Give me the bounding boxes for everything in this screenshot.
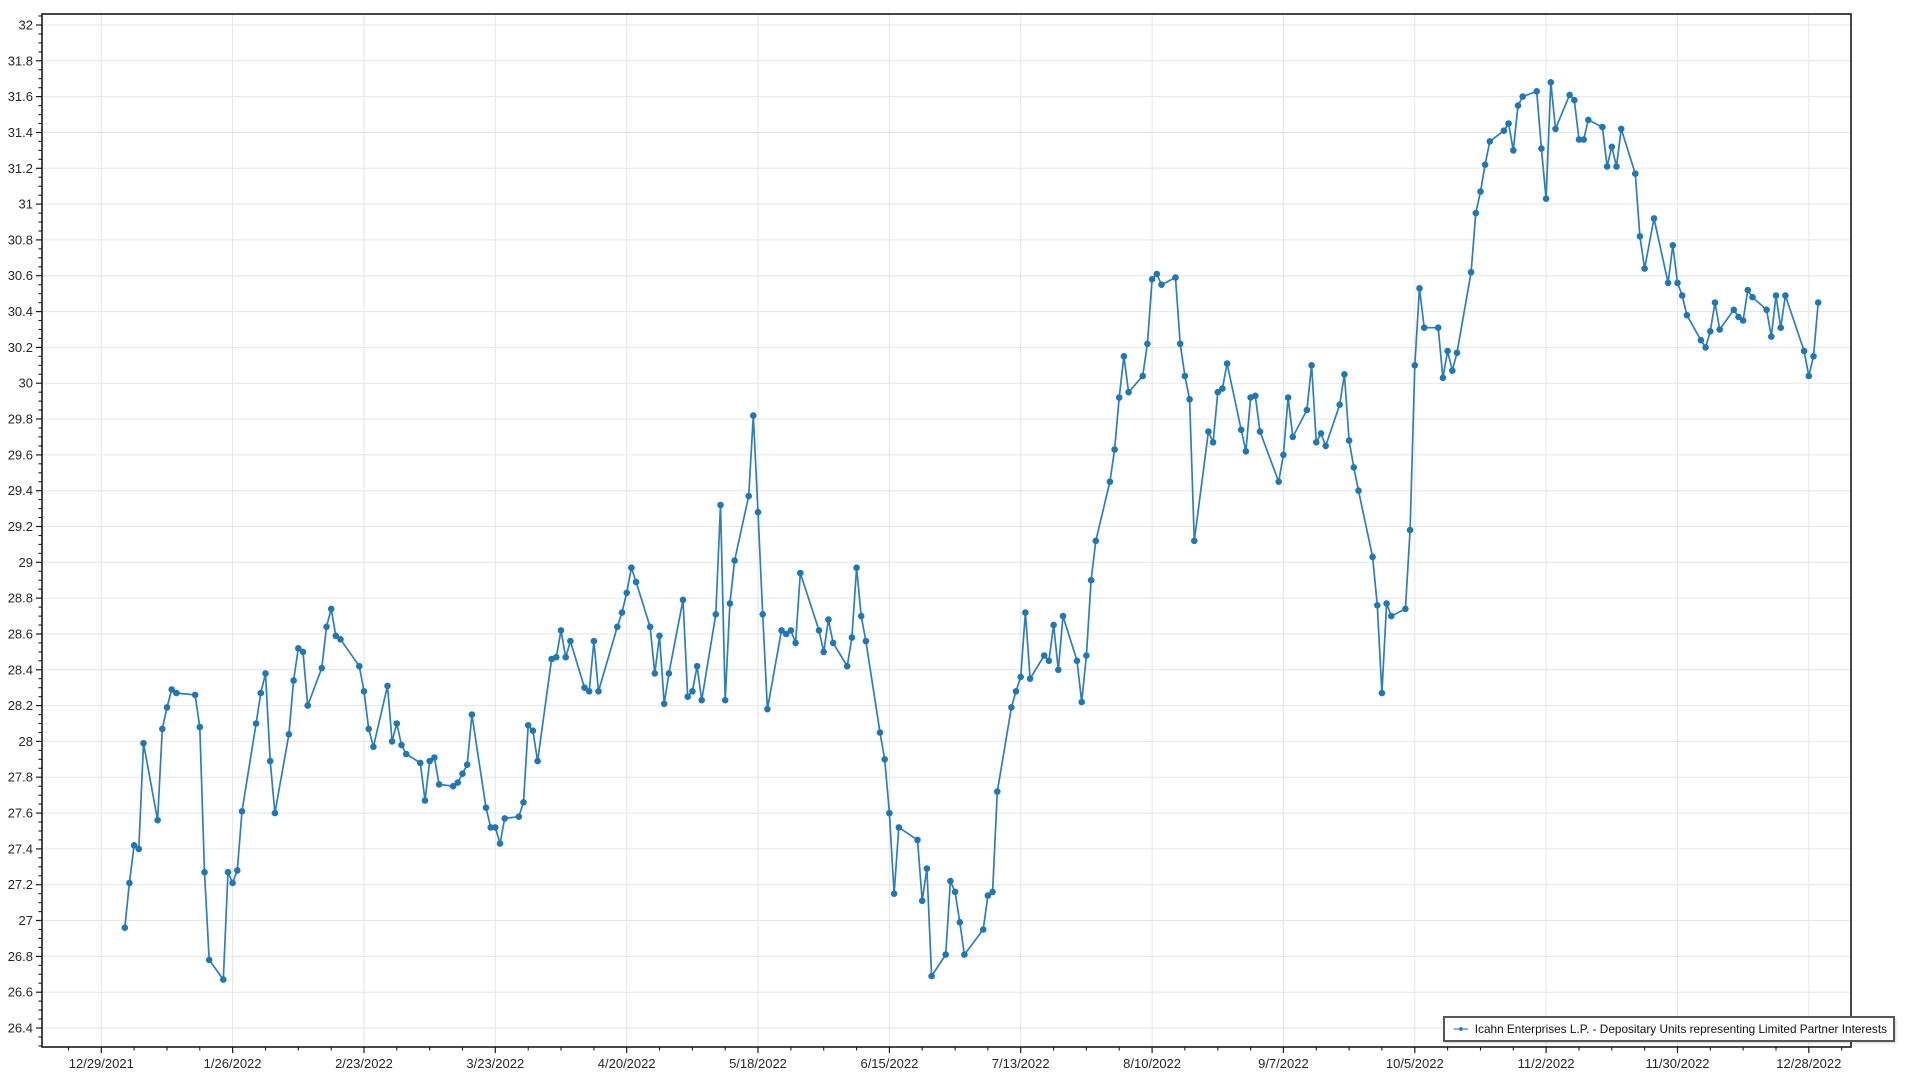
x-tick-label: 4/20/2022 — [598, 1056, 656, 1071]
x-tick-label: 7/13/2022 — [992, 1056, 1050, 1071]
y-tick-label: 27.6 — [8, 806, 33, 821]
y-tick-label: 30.8 — [8, 232, 33, 247]
x-tick-label: 11/30/2022 — [1645, 1056, 1709, 1071]
x-tick-label: 10/5/2022 — [1386, 1056, 1444, 1071]
y-gridlines — [42, 25, 1851, 1028]
y-tick-label: 28.8 — [8, 591, 33, 606]
y-tick-labels: 26.4 26.6 26.8 27 27.2 27.4 27.6 27.8 28 28.2 28.4… — [8, 18, 42, 1036]
x-tick-label: 6/15/2022 — [860, 1056, 918, 1071]
series-points — [122, 79, 1822, 983]
x-tick-label: 12/29/2021 — [69, 1056, 134, 1071]
y-tick-label: 31.6 — [8, 89, 33, 104]
y-tick-label: 28 — [19, 734, 33, 749]
y-tick-label: 27.4 — [8, 841, 33, 856]
series-line — [125, 82, 1818, 979]
y-tick-label: 29 — [19, 555, 33, 570]
y-tick-label: 27 — [19, 913, 33, 928]
y-tick-label: 26.8 — [8, 949, 33, 964]
x-tick-label: 11/2/2022 — [1518, 1056, 1575, 1071]
legend[interactable]: Icahn Enterprises L.P. - Depositary Unit… — [1443, 1016, 1895, 1042]
y-tick-label: 27.8 — [8, 770, 33, 785]
y-tick-label: 30 — [19, 376, 33, 391]
y-tick-label: 29.4 — [8, 483, 33, 498]
y-tick-label: 32 — [19, 18, 33, 33]
chart-plot-area: 26.4 26.6 26.8 27 27.2 27.4 27.6 27.8 28 28.2 28.4… — [0, 0, 1920, 1080]
y-tick-label: 31.2 — [8, 161, 33, 176]
y-tick-label: 29.8 — [8, 412, 33, 427]
y-tick-label: 26.4 — [8, 1021, 33, 1036]
y-tick-label: 30.6 — [8, 268, 33, 283]
x-tick-label: 3/23/2022 — [466, 1056, 524, 1071]
y-tick-label: 28.4 — [8, 662, 33, 677]
y-tick-label: 28.2 — [8, 698, 33, 713]
plot-frame — [42, 14, 1851, 1047]
y-tick-label: 27.2 — [8, 877, 33, 892]
x-tick-labels: 12/29/2021 1/26/2022 2/23/2022 3/23/2022 4/2… — [69, 1047, 1842, 1071]
y-tick-label: 30.2 — [8, 340, 33, 355]
x-tick-label: 8/10/2022 — [1123, 1056, 1181, 1071]
y-tick-label: 29.2 — [8, 519, 33, 534]
x-tick-label: 2/23/2022 — [335, 1056, 393, 1071]
y-tick-label: 29.6 — [8, 447, 33, 462]
x-tick-label: 12/28/2022 — [1776, 1056, 1841, 1071]
y-tick-label: 28.6 — [8, 627, 33, 642]
x-tick-label: 5/18/2022 — [729, 1056, 787, 1071]
stock-price-chart: 26.4 26.6 26.8 27 27.2 27.4 27.6 27.8 28 28.2 28.4… — [0, 0, 1920, 1080]
y-tick-label: 31 — [19, 197, 33, 212]
legend-series-marker — [1453, 1023, 1469, 1035]
legend-series-label: Icahn Enterprises L.P. - Depositary Unit… — [1475, 1022, 1887, 1036]
y-tick-label: 30.4 — [8, 304, 33, 319]
x-tick-label: 9/7/2022 — [1258, 1056, 1309, 1071]
y-tick-label: 31.8 — [8, 53, 33, 68]
x-tick-label: 1/26/2022 — [204, 1056, 262, 1071]
y-tick-label: 26.6 — [8, 985, 33, 1000]
y-tick-label: 31.4 — [8, 125, 33, 140]
